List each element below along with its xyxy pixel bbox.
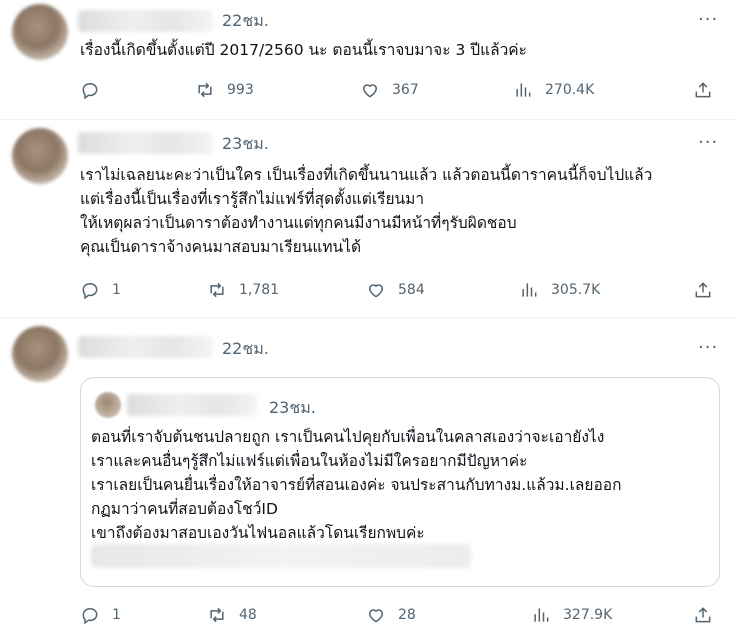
retweet-button[interactable]: 48 xyxy=(207,605,257,625)
author-name-redacted xyxy=(78,10,213,32)
reply-count: 1 xyxy=(112,282,121,298)
like-icon xyxy=(368,609,384,623)
views-icon xyxy=(522,283,537,297)
views-icon xyxy=(534,608,549,622)
quoted-avatar xyxy=(95,392,121,418)
avatar[interactable] xyxy=(12,326,68,382)
tweet-time[interactable]: 22ชม. xyxy=(222,337,269,362)
views-count: 327.9K xyxy=(563,607,613,623)
retweet-count: 1,781 xyxy=(239,282,280,298)
quoted-author-redacted xyxy=(127,394,257,416)
tweet-text: เราไม่เฉลยนะคะว่าเป็นใคร เป็นเรื่องที่เก… xyxy=(80,166,653,256)
avatar[interactable] xyxy=(12,4,68,60)
like-count: 367 xyxy=(392,82,419,98)
reply-count: 1 xyxy=(112,607,121,623)
quoted-time: 23ชม. xyxy=(269,398,316,417)
views-button[interactable]: 270.4K xyxy=(513,80,594,100)
share-button[interactable] xyxy=(693,280,713,300)
retweet-button[interactable]: 993 xyxy=(195,80,254,100)
views-button[interactable]: 327.9K xyxy=(531,605,612,625)
reply-icon xyxy=(82,607,98,625)
reply-button[interactable]: 1 xyxy=(80,280,121,300)
tweet-time[interactable]: 22ชม. xyxy=(222,9,269,34)
share-button[interactable] xyxy=(693,80,713,100)
author-name-redacted xyxy=(78,132,213,154)
share-icon xyxy=(695,82,711,98)
views-button[interactable]: 305.7K xyxy=(519,280,600,300)
quoted-text: ตอนที่เราจับต้นชนปลายถูก เราเป็นคนไปคุยก… xyxy=(91,428,622,542)
tweet-time[interactable]: 23ชม. xyxy=(222,132,269,157)
quoted-text-redacted xyxy=(91,544,471,568)
more-options-button[interactable]: ··· xyxy=(698,337,718,358)
like-button[interactable]: 28 xyxy=(366,605,416,625)
share-icon xyxy=(695,282,711,298)
reply-icon xyxy=(82,282,98,300)
share-button[interactable] xyxy=(693,605,713,625)
tweet-text: เรื่องนี้เกิดขึ้นตั้งแต่ปี 2017/2560 นะ … xyxy=(80,41,527,59)
quoted-tweet[interactable]: 23ชม. ตอนที่เราจับต้นชนปลายถูก เราเป็นคน… xyxy=(80,377,720,587)
like-icon xyxy=(362,84,378,98)
tweet-1[interactable]: 22ชม. ··· เรื่องนี้เกิดขึ้นตั้งแต่ปี 201… xyxy=(0,0,737,118)
reply-button[interactable]: 1 xyxy=(80,605,121,625)
like-count: 28 xyxy=(398,607,416,623)
like-icon xyxy=(368,284,384,298)
retweet-icon xyxy=(210,282,224,298)
more-options-button[interactable]: ··· xyxy=(698,132,718,153)
retweet-icon xyxy=(198,82,212,98)
retweet-icon xyxy=(210,607,224,623)
reply-icon xyxy=(82,82,98,100)
retweet-count: 48 xyxy=(239,607,257,623)
views-count: 270.4K xyxy=(545,82,595,98)
avatar[interactable] xyxy=(12,128,68,184)
retweet-count: 993 xyxy=(227,82,254,98)
views-count: 305.7K xyxy=(551,282,601,298)
more-options-button[interactable]: ··· xyxy=(698,9,718,30)
reply-button[interactable] xyxy=(80,80,112,100)
like-count: 584 xyxy=(398,282,425,298)
like-button[interactable]: 367 xyxy=(360,80,419,100)
like-button[interactable]: 584 xyxy=(366,280,425,300)
author-name-redacted xyxy=(78,336,213,358)
views-icon xyxy=(516,83,531,97)
share-icon xyxy=(695,607,711,623)
retweet-button[interactable]: 1,781 xyxy=(207,280,279,300)
tweet-2[interactable]: 23ชม. ··· เราไม่เฉลยนะคะว่าเป็นใคร เป็นเ… xyxy=(0,120,737,316)
